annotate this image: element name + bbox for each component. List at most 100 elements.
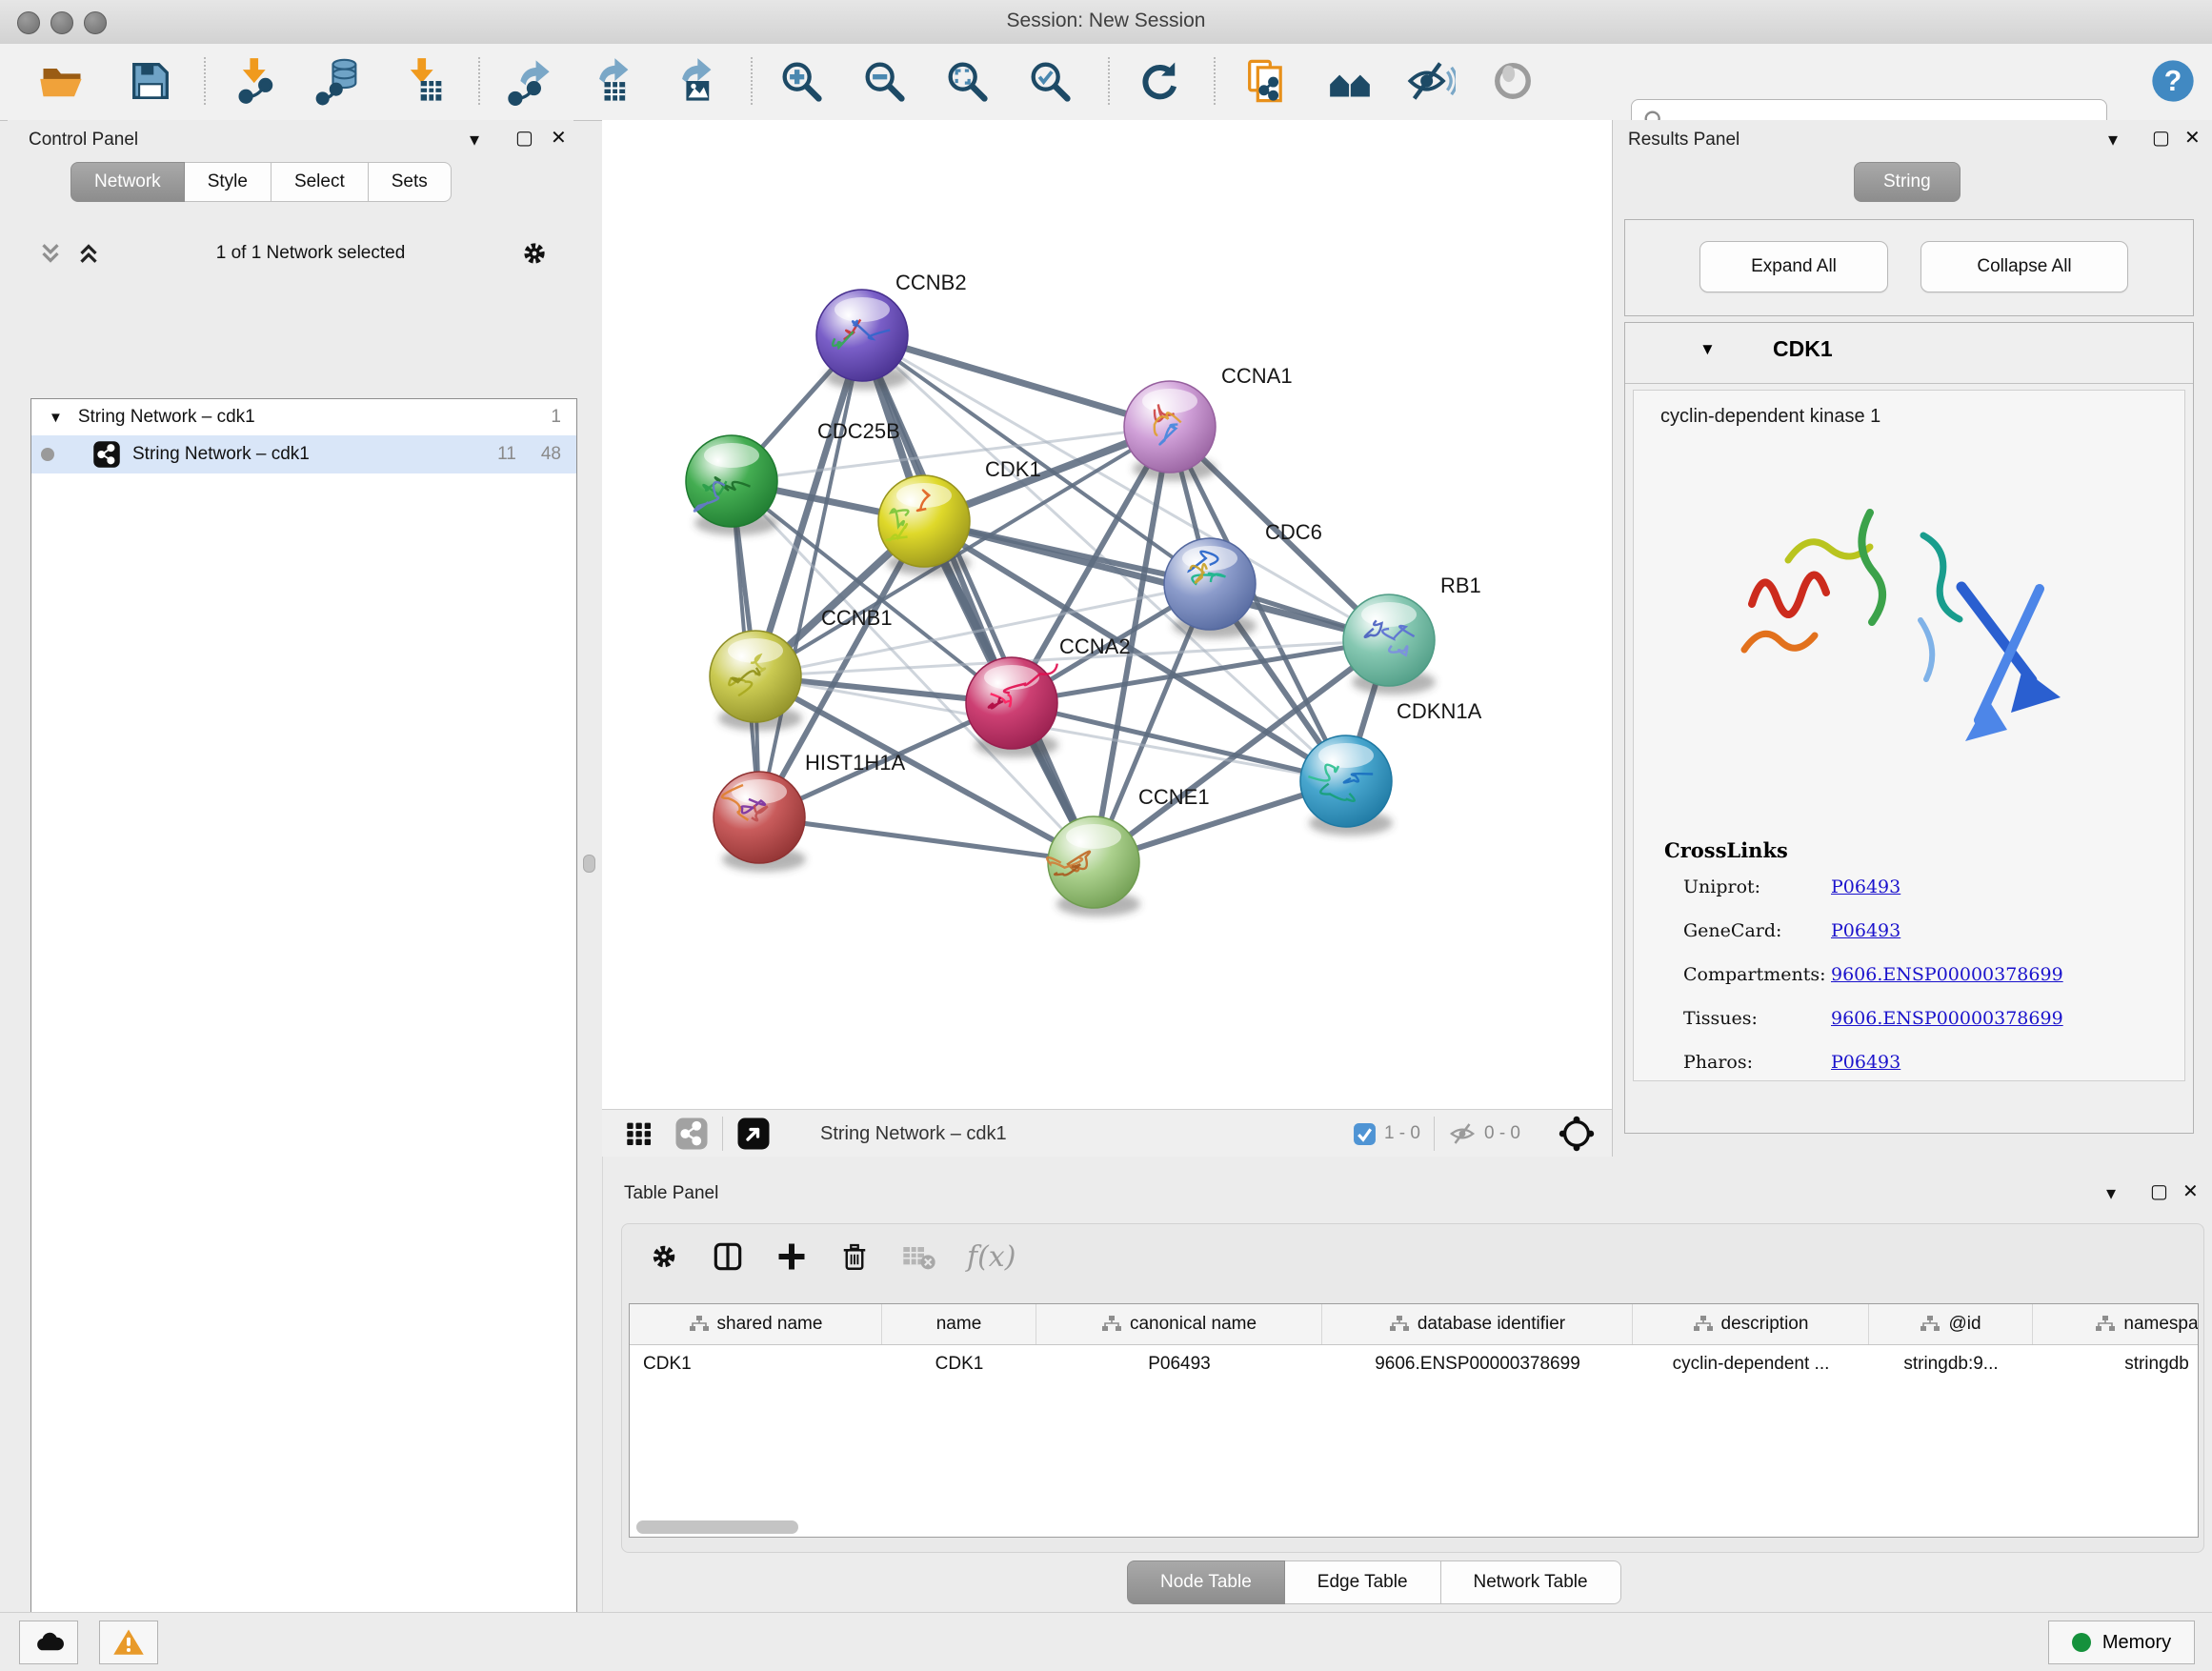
zoom-fit-button[interactable] [939,53,995,109]
table-toolbar: f(x) [622,1224,2203,1276]
import-network-file-button[interactable] [230,53,285,109]
network-node-CDC25B[interactable]: CDC25B [686,419,900,535]
table-cell[interactable]: 9606.ENSP00000378699 [1322,1345,1633,1383]
open-session-button[interactable] [34,53,90,109]
expand-all-chevron-icon[interactable] [36,239,65,268]
network-edges[interactable] [732,335,1389,862]
tab-string[interactable]: String [1854,162,1961,202]
memory-button[interactable]: Memory [2048,1621,2195,1664]
tab-network-table[interactable]: Network Table [1441,1560,1621,1604]
new-network-from-selection-button[interactable] [1238,53,1294,109]
collection-expand-triangle-icon[interactable]: ▼ [49,410,63,426]
network-graph[interactable]: CCNB2CCNA1CDC25BCDK1CDC6RB1CCNB1CCNA2CDK… [602,120,1612,1109]
export-network-button[interactable] [501,53,556,109]
network-node-CCNB2[interactable]: CCNB2 [816,271,967,390]
hide-selected-button[interactable] [1403,53,1458,109]
network-canvas[interactable]: CCNB2CCNA1CDC25BCDK1CDC6RB1CCNB1CCNA2CDK… [602,120,1613,1109]
table-gear-icon[interactable] [647,1239,681,1274]
network-collection-row[interactable]: ▼ String Network – cdk1 1 [31,399,576,435]
table-cell[interactable]: CDK1 [630,1345,882,1383]
tab-select[interactable]: Select [271,162,369,202]
vertical-splitter-handle[interactable] [583,855,595,873]
network-view-icon[interactable] [674,1117,709,1151]
birds-eye-view-icon[interactable] [736,1117,771,1151]
collapse-all-chevron-icon[interactable] [74,239,103,268]
export-network-icon [504,56,553,106]
table-cell[interactable]: stringdb:9... [1869,1345,2033,1383]
control-panel-float-icon[interactable]: ▢ [515,126,533,150]
results-panel-close-icon[interactable]: ✕ [2184,126,2201,150]
delete-column-icon[interactable] [837,1239,872,1274]
crosslink-value-link[interactable]: 9606.ENSP00000378699 [1831,1008,2063,1029]
crosslink-value-link[interactable]: 9606.ENSP00000378699 [1831,964,2063,985]
main-toolbar: ? [0,44,2212,121]
network-row[interactable]: String Network – cdk1 11 48 [31,435,576,473]
network-node-CDK1[interactable]: CDK1 [878,457,1041,575]
network-node-CCNE1[interactable]: CCNE1 [1047,785,1209,916]
export-table-button[interactable] [583,53,638,109]
results-panel-float-icon[interactable]: ▢ [2152,126,2170,150]
column-header-3[interactable]: database identifier [1322,1304,1633,1344]
collapse-all-button[interactable]: Collapse All [1920,241,2128,292]
show-columns-icon[interactable] [710,1238,746,1275]
tab-sets[interactable]: Sets [369,162,452,202]
toolbar-separator [1214,57,1216,105]
column-header-6[interactable]: namespace [2033,1304,2199,1344]
table-cell[interactable]: P06493 [1036,1345,1322,1383]
table-horizontal-scrollbar[interactable] [636,1520,798,1534]
crosslink-label: GeneCard: [1683,920,1831,941]
show-graphics-details-button[interactable] [1485,53,1540,109]
column-header-2[interactable]: canonical name [1036,1304,1322,1344]
export-image-button[interactable] [666,53,721,109]
warning-button[interactable] [99,1621,158,1664]
node-section-body: cyclin-dependent kinase 1 CrossLinks Uni… [1633,390,2185,1081]
network-node-HIST1H1A[interactable]: HIST1H1A [714,751,905,872]
zoom-selected-button[interactable] [1022,53,1077,109]
column-header-5[interactable]: @id [1869,1304,2033,1344]
zoom-out-button[interactable] [856,53,912,109]
grid-view-icon[interactable] [623,1117,655,1150]
selected-checkbox-icon[interactable] [1353,1122,1377,1146]
network-node-CDC6[interactable]: CDC6 [1164,520,1322,638]
first-neighbors-button[interactable] [1322,53,1377,109]
import-network-database-button[interactable] [312,53,367,109]
table-cell[interactable]: CDK1 [882,1345,1036,1383]
table-row[interactable]: CDK1CDK1P064939606.ENSP00000378699cyclin… [630,1345,2198,1383]
crosslink-value-link[interactable]: P06493 [1831,1052,1900,1073]
cloud-button[interactable] [19,1621,78,1664]
help-icon: ? [2148,56,2198,106]
center-view-crosshair-icon[interactable] [1557,1114,1597,1154]
gear-icon[interactable] [518,237,551,270]
import-table-button[interactable] [397,53,452,109]
add-column-icon[interactable] [774,1239,809,1274]
column-header-1[interactable]: name [882,1304,1036,1344]
network-node-RB1[interactable]: RB1 [1343,574,1481,695]
table-panel-collapse-icon[interactable]: ▾ [2106,1181,2116,1205]
table-header-row: shared name name canonical namedatabase id… [630,1304,2198,1345]
column-header-0[interactable]: shared name [630,1304,882,1344]
table-cell[interactable]: cyclin-dependent ... [1633,1345,1869,1383]
column-header-label: name [936,1314,982,1335]
crosslink-value-link[interactable]: P06493 [1831,920,1900,941]
save-session-button[interactable] [123,53,178,109]
table-cell[interactable]: stringdb [2033,1345,2199,1383]
results-panel-collapse-icon[interactable]: ▾ [2108,128,2118,151]
column-header-4[interactable]: description [1633,1304,1869,1344]
table-panel-close-icon[interactable]: ✕ [2182,1179,2199,1203]
network-node-CCNA1[interactable]: CCNA1 [1124,364,1293,481]
help-button[interactable]: ? [2145,53,2201,109]
control-panel-close-icon[interactable]: ✕ [551,126,567,150]
zoom-in-button[interactable] [774,53,829,109]
crosslink-value-link[interactable]: P06493 [1831,876,1900,897]
table-panel-float-icon[interactable]: ▢ [2150,1179,2168,1203]
tab-network[interactable]: Network [70,162,185,202]
network-node-CDKN1A[interactable]: CDKN1A [1300,699,1482,836]
tab-node-table[interactable]: Node Table [1127,1560,1285,1604]
hidden-eye-slash-icon[interactable] [1448,1119,1477,1148]
refresh-button[interactable] [1132,53,1187,109]
expand-all-button[interactable]: Expand All [1699,241,1888,292]
node-collapse-triangle-icon[interactable]: ▼ [1699,340,1716,359]
tab-edge-table[interactable]: Edge Table [1285,1560,1441,1604]
tab-style[interactable]: Style [185,162,271,202]
control-panel-collapse-icon[interactable]: ▾ [470,128,479,151]
